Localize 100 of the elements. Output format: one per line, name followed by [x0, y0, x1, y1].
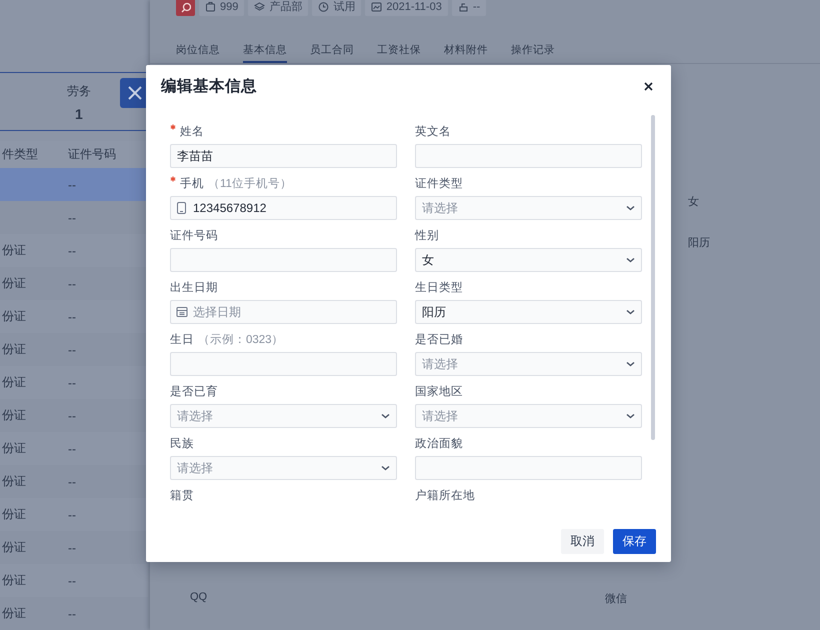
table-row[interactable]: --	[0, 168, 148, 201]
info-tag: 试用	[312, 0, 362, 16]
input-field[interactable]	[415, 456, 642, 480]
field-label: 生日类型	[415, 280, 463, 296]
select-field[interactable]: 请选择	[415, 352, 642, 376]
input-field[interactable]	[170, 248, 397, 272]
table-cell-text: --	[67, 178, 77, 192]
table-cell-text: 份证	[1, 539, 27, 556]
info-tag: 999	[199, 0, 244, 16]
field-label: 出生日期	[170, 280, 218, 296]
date-field[interactable]: 选择日期	[170, 300, 397, 324]
field-label: 生日	[170, 332, 194, 348]
field-hint: （示例：0323）	[198, 333, 284, 348]
box-icon	[458, 0, 469, 12]
select-field[interactable]: 阳历	[415, 300, 642, 324]
tab[interactable]: 操作记录	[511, 38, 555, 63]
chevron-down-icon	[626, 205, 635, 211]
tab[interactable]: 材料附件	[444, 38, 488, 63]
field-value: 微信	[605, 592, 627, 606]
close-icon	[127, 85, 143, 101]
table-cell-text: --	[67, 508, 77, 522]
close-icon	[644, 82, 653, 90]
select-field[interactable]: 请选择	[415, 404, 642, 428]
column-header: 证件号码	[67, 146, 117, 163]
field-value: QQ	[190, 591, 208, 603]
stat-value: 1	[74, 106, 84, 122]
table-cell-text: 份证	[1, 308, 27, 325]
table-cell-text: --	[67, 210, 77, 224]
dialog-title: 编辑基本信息	[161, 76, 257, 96]
field-label: 证件号码	[170, 228, 218, 244]
tab[interactable]: 工资社保	[377, 38, 421, 63]
field-value: 女	[688, 195, 699, 209]
image-icon	[371, 0, 382, 12]
select-field[interactable]: 请选择	[170, 404, 397, 428]
field-label: 英文名	[415, 124, 451, 140]
table-cell-text: --	[67, 408, 77, 422]
input-field[interactable]: 李苗苗	[170, 144, 397, 168]
info-tag: 产品部	[248, 0, 308, 16]
table-cell-text: 份证	[1, 605, 27, 622]
field-label: 籍贯	[170, 488, 194, 504]
field-hint: （11位手机号）	[208, 176, 292, 192]
field-label: 是否已育	[170, 384, 218, 400]
cancel-button[interactable]: 取消	[561, 529, 604, 554]
table-cell-text: --	[67, 376, 77, 390]
info-tag: --	[452, 0, 486, 16]
chevron-down-icon	[381, 465, 390, 471]
table-cell-text: 份证	[1, 242, 27, 259]
table-cell-text: --	[67, 442, 77, 456]
search-icon	[180, 0, 191, 12]
select-field[interactable]: 女	[415, 248, 642, 272]
table-cell-text: 份证	[1, 374, 27, 391]
info-tag: 2021-11-03	[365, 0, 448, 16]
field-value: 阳历	[688, 236, 710, 250]
input-field[interactable]	[415, 144, 642, 168]
select-field[interactable]: 请选择	[415, 196, 642, 220]
table-cell-text: 份证	[1, 440, 27, 457]
table-cell-text: 份证	[1, 506, 27, 523]
phone-icon	[176, 202, 187, 214]
field-label: 民族	[170, 436, 194, 452]
layers-icon	[254, 0, 266, 12]
chevron-down-icon	[626, 309, 635, 315]
table-cell-text: --	[67, 244, 77, 258]
clock-icon	[318, 0, 330, 12]
field-label: 姓名	[180, 124, 204, 140]
chevron-down-icon	[626, 413, 635, 419]
chevron-down-icon	[626, 361, 635, 367]
close-button[interactable]	[642, 80, 655, 92]
select-field[interactable]: 请选择	[170, 456, 397, 480]
field-label: 国家地区	[415, 384, 463, 400]
briefcase-icon	[205, 0, 216, 12]
close-button[interactable]	[120, 78, 148, 108]
table-cell-text: 份证	[1, 341, 27, 358]
tab[interactable]: 岗位信息	[176, 38, 220, 63]
field-label: 手机	[180, 176, 204, 192]
chevron-down-icon	[381, 413, 390, 419]
search-button[interactable]	[176, 0, 195, 16]
tab[interactable]: 员工合同	[310, 38, 354, 63]
chevron-down-icon	[626, 257, 635, 263]
table-cell-text: --	[67, 342, 77, 356]
field-label: 户籍所在地	[415, 488, 475, 504]
table-cell-text: 份证	[1, 572, 27, 589]
table-cell-text: --	[67, 310, 77, 324]
field-label: 证件类型	[415, 176, 463, 192]
field-label: 性别	[415, 228, 439, 244]
table-cell-text: --	[67, 276, 77, 290]
field-label: 政治面貌	[415, 436, 463, 452]
table-cell-text: --	[67, 474, 77, 488]
table-cell-text: --	[67, 540, 77, 554]
stat-label: 劳务	[67, 83, 91, 100]
column-header: 件类型	[1, 146, 39, 163]
input-field[interactable]	[170, 352, 397, 376]
scrollbar[interactable]	[651, 115, 655, 440]
calendar-icon	[176, 306, 188, 318]
table-cell-text: --	[67, 574, 77, 588]
tab[interactable]: 基本信息	[243, 38, 287, 63]
table-cell-text: 份证	[1, 473, 27, 490]
input-field[interactable]: 12345678912	[170, 196, 397, 220]
save-button[interactable]: 保存	[613, 529, 656, 554]
table-cell-text: 份证	[1, 407, 27, 424]
field-label: 是否已婚	[415, 332, 463, 348]
